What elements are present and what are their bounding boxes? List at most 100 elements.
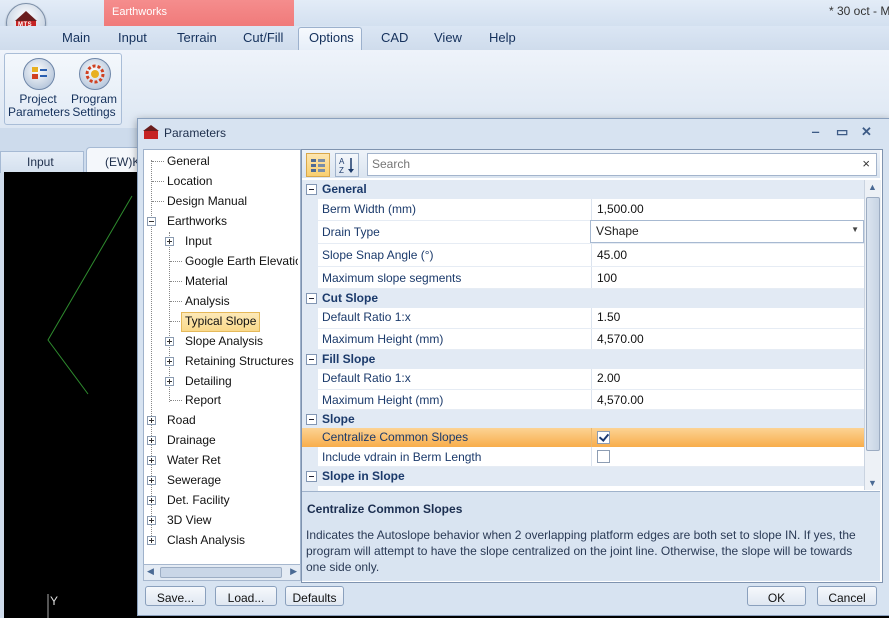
tree-item-typical-slope[interactable]: Typical Slope (185, 314, 256, 328)
property-name: Maximum Height (mm) (322, 393, 444, 407)
tree-item-slope-analysis[interactable]: Slope Analysis (185, 334, 263, 348)
collapse-slope-icon[interactable] (306, 414, 317, 425)
drain-type-dropdown[interactable]: VShape ▼ (590, 220, 864, 243)
tree-expand-input-icon[interactable] (165, 237, 174, 246)
tree-item-det-facility[interactable]: Det. Facility (167, 493, 230, 507)
tree-expand-retaining-structures-icon[interactable] (165, 357, 174, 366)
cancel-button[interactable]: Cancel (817, 586, 877, 606)
save-button[interactable]: Save... (145, 586, 206, 606)
category-slope-in-slope[interactable]: Slope in Slope (302, 467, 864, 486)
menu-tab-options[interactable]: Options (309, 30, 354, 45)
tree-item-retaining-structures[interactable]: Retaining Structures (185, 354, 294, 368)
load-button[interactable]: Load... (215, 586, 277, 606)
tree-item-clash-analysis[interactable]: Clash Analysis (167, 533, 245, 547)
include-vdrain-checkbox[interactable] (597, 450, 610, 463)
scroll-up-icon[interactable]: ▲ (868, 182, 877, 192)
tree-item-location[interactable]: Location (167, 174, 212, 188)
category-slope-in-slope-label: Slope in Slope (322, 469, 405, 483)
property-row-centralize-common-slopes[interactable]: Centralize Common Slopes (302, 428, 864, 447)
context-tab-earthworks: Earthworks (104, 0, 294, 26)
tree-item-sewerage[interactable]: Sewerage (167, 473, 221, 487)
tree-expand-clash-analysis-icon[interactable] (147, 536, 156, 545)
menu-tab-terrain[interactable]: Terrain (177, 30, 217, 45)
tree-expand-water-ret-icon[interactable] (147, 456, 156, 465)
menu-tab-input[interactable]: Input (118, 30, 147, 45)
maximize-icon[interactable]: ▭ (836, 124, 848, 140)
tree-expand-detailing-icon[interactable] (165, 377, 174, 386)
property-value[interactable]: 45.00 (597, 248, 627, 262)
category-cut-slope[interactable]: Cut Slope (302, 289, 864, 308)
tree-item-design-manual[interactable]: Design Manual (167, 194, 247, 208)
category-general[interactable]: General (302, 180, 864, 199)
defaults-button[interactable]: Defaults (285, 586, 344, 606)
tree-item-detailing[interactable]: Detailing (185, 374, 232, 388)
category-fill-slope-label: Fill Slope (322, 352, 376, 366)
tree-item-earthworks[interactable]: Earthworks (167, 214, 227, 228)
property-value[interactable]: 100 (597, 271, 617, 285)
tree-collapse-earthworks-icon[interactable] (147, 217, 156, 226)
tree-item-analysis[interactable]: Analysis (185, 294, 230, 308)
program-settings-label-2: Settings (72, 105, 116, 119)
menu-tab-main[interactable]: Main (62, 30, 90, 45)
property-row-berm-width[interactable]: Berm Width (mm) 1,500.00 (302, 199, 864, 221)
collapse-cut-slope-icon[interactable] (306, 293, 317, 304)
property-row-cut-max-height[interactable]: Maximum Height (mm) 4,570.00 (302, 329, 864, 350)
property-row-fill-max-height[interactable]: Maximum Height (mm) 4,570.00 (302, 390, 864, 410)
property-row-fill-default-ratio[interactable]: Default Ratio 1:x 2.00 (302, 369, 864, 390)
gear-icon (79, 58, 111, 90)
tree-item-drainage[interactable]: Drainage (167, 433, 216, 447)
alphabetical-view-button[interactable]: A Z (335, 153, 359, 177)
category-fill-slope[interactable]: Fill Slope (302, 350, 864, 369)
collapse-general-icon[interactable] (306, 184, 317, 195)
minimize-icon[interactable]: ‒ (812, 124, 819, 139)
scroll-left-icon[interactable]: ◀ (147, 566, 154, 577)
property-row-max-slope-segments[interactable]: Maximum slope segments 100 (302, 267, 864, 289)
program-settings-button[interactable]: Program Settings (68, 56, 120, 120)
tree-expand-sewerage-icon[interactable] (147, 476, 156, 485)
chevron-down-icon[interactable]: ▼ (851, 225, 859, 234)
ok-button[interactable]: OK (747, 586, 806, 606)
menu-tab-cad[interactable]: CAD (381, 30, 408, 45)
tree-item-google-earth-elevation[interactable]: Google Earth Elevation (185, 254, 298, 268)
tree-item-general[interactable]: General (167, 154, 210, 168)
tree-expand-det-facility-icon[interactable] (147, 496, 156, 505)
property-value[interactable]: 2.00 (597, 371, 620, 385)
property-value[interactable]: 4,570.00 (597, 332, 644, 346)
document-tab-input[interactable]: Input (0, 151, 84, 173)
tree-item-water-ret[interactable]: Water Ret (167, 453, 221, 467)
collapse-fill-slope-icon[interactable] (306, 354, 317, 365)
property-value[interactable]: 4,570.00 (597, 393, 644, 407)
tree-item-material[interactable]: Material (185, 274, 228, 288)
project-parameters-button[interactable]: Project Parameters (8, 56, 71, 120)
category-slope[interactable]: Slope (302, 410, 864, 429)
clear-search-icon[interactable]: × (862, 156, 870, 171)
tree-item-road[interactable]: Road (167, 413, 196, 427)
tree-expand-road-icon[interactable] (147, 416, 156, 425)
property-row-include-vdrain[interactable]: Include vdrain in Berm Length (302, 447, 864, 467)
drain-type-value: VShape (596, 224, 639, 238)
tree-expand-drainage-icon[interactable] (147, 436, 156, 445)
tree-expand-slope-analysis-icon[interactable] (165, 337, 174, 346)
property-row-slope-snap-angle[interactable]: Slope Snap Angle (°) 45.00 (302, 244, 864, 267)
centralize-checkbox[interactable] (597, 431, 610, 444)
project-parameters-label-2: Parameters (8, 105, 71, 119)
tree-item-3d-view[interactable]: 3D View (167, 513, 211, 527)
tree-scroll-thumb[interactable] (160, 567, 282, 578)
tree-expand-3d-view-icon[interactable] (147, 516, 156, 525)
collapse-slope-in-slope-icon[interactable] (306, 471, 317, 482)
property-value[interactable]: 1.50 (597, 310, 620, 324)
menu-tab-cut-fill[interactable]: Cut/Fill (243, 30, 283, 45)
close-icon[interactable]: ✕ (861, 124, 872, 140)
tree-item-input[interactable]: Input (185, 234, 212, 248)
property-row-cut-default-ratio[interactable]: Default Ratio 1:x 1.50 (302, 308, 864, 329)
tree-item-report[interactable]: Report (185, 393, 221, 407)
tree-horizontal-scrollbar[interactable]: ◀ ▶ (143, 564, 301, 581)
menu-tab-help[interactable]: Help (489, 30, 516, 45)
search-input[interactable] (372, 156, 842, 172)
scroll-down-icon[interactable]: ▼ (868, 478, 877, 488)
property-scroll-thumb[interactable] (866, 197, 880, 451)
property-value[interactable]: 1,500.00 (597, 202, 644, 216)
menu-tab-view[interactable]: View (434, 30, 462, 45)
categorized-view-button[interactable] (306, 153, 330, 177)
scroll-right-icon[interactable]: ▶ (290, 566, 297, 577)
